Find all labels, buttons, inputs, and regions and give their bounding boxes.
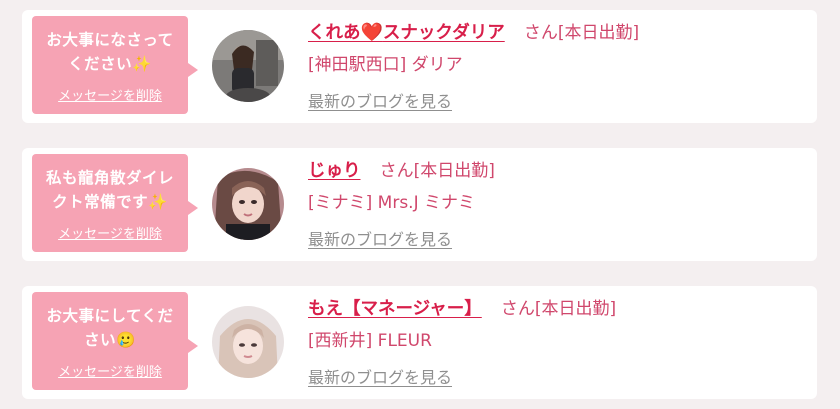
delete-message-link[interactable]: メッセージを削除 [32,85,188,104]
delete-message-link[interactable]: メッセージを削除 [32,223,188,242]
message-bubble: 私も龍角散ダイレクト常備です✨ メッセージを削除 [32,154,198,252]
cast-name-link[interactable]: もえ【マネージャー】 [308,299,482,319]
delete-message-link[interactable]: メッセージを削除 [32,361,188,380]
message-bubble: お大事になさってください✨ メッセージを削除 [32,16,198,114]
shop-name: [神田駅西口] ダリア [308,55,463,75]
latest-blog-link[interactable]: 最新のブログを見る [308,364,452,388]
cast-name-link[interactable]: じゅり [308,161,361,181]
heart-icon: ❤️ [360,22,383,43]
cast-photo-avatar [212,30,284,102]
cast-photo-avatar [212,168,284,240]
cast-status: さん[本日出勤] [500,299,617,319]
message-list: お大事になさってください✨ メッセージを削除 くれあ❤️スナックダリア さん[本… [0,0,840,409]
message-card: お大事にしてください🥲 メッセージを削除 もえ【マネージャー】 さん[本日出勤]… [22,286,817,399]
message-text: お大事にしてください🥲 [46,307,174,349]
cast-photo-avatar [212,306,284,378]
message-card: お大事になさってください✨ メッセージを削除 くれあ❤️スナックダリア さん[本… [22,10,817,123]
shop-name: [西新井] FLEUR [308,331,432,351]
latest-blog-link[interactable]: 最新のブログを見る [308,88,452,112]
cast-avatar[interactable] [212,168,284,240]
cast-avatar[interactable] [212,30,284,102]
message-bubble: お大事にしてください🥲 メッセージを削除 [32,292,198,390]
cast-status: さん[本日出勤] [523,23,640,43]
message-text: 私も龍角散ダイレクト常備です✨ [45,169,174,211]
cast-avatar[interactable] [212,306,284,378]
cast-name-link[interactable]: くれあ❤️スナックダリア [308,22,505,43]
cast-status: さん[本日出勤] [379,161,495,181]
message-text: お大事になさってください✨ [46,31,174,73]
shop-name: [ミナミ] Mrs.J ミナミ [308,193,476,213]
message-card: 私も龍角散ダイレクト常備です✨ メッセージを削除 じゅり さん[本日出勤] [ミ… [22,148,817,261]
latest-blog-link[interactable]: 最新のブログを見る [308,226,452,250]
